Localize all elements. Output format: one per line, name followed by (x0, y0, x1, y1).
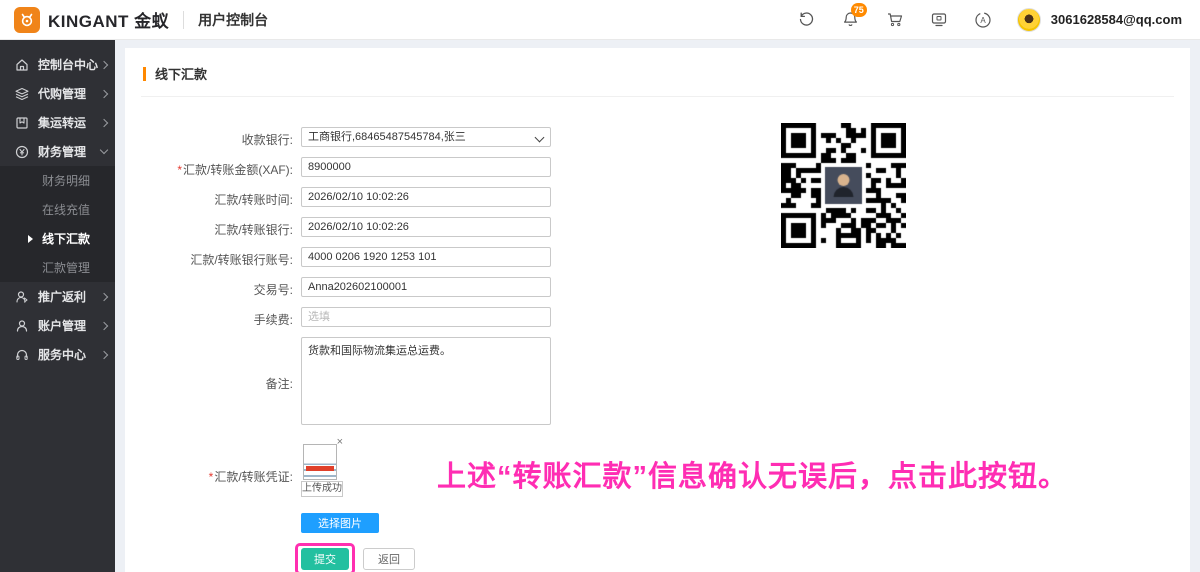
submenu-item-label: 在线充值 (42, 203, 91, 217)
header-divider (183, 10, 185, 29)
sidebar-item-account-mgmt[interactable]: 账户管理 (0, 311, 115, 340)
headset-icon (15, 347, 30, 362)
choose-image-button[interactable]: 选择图片 (301, 513, 379, 533)
history-icon[interactable] (797, 10, 817, 30)
transfer-bank-label: 汇款/转账银行: (214, 223, 293, 237)
offline-remittance-card: 线下汇款 收款银行: 工商银行,68465487545784,张三 *汇款/转账… (125, 48, 1190, 572)
bank-account-input[interactable] (301, 247, 551, 267)
upload-status-text: 上传成功 (301, 481, 343, 497)
submit-button[interactable]: 提交 (301, 548, 349, 570)
back-button[interactable]: 返回 (363, 548, 415, 570)
sidebar-item-purchase-mgmt[interactable]: 代购管理 (0, 79, 115, 108)
ant-icon (21, 13, 33, 26)
sidebar-item-label: 推广返利 (38, 290, 87, 304)
page-title-bar: 线下汇款 (141, 48, 1174, 97)
finance-coin-icon (15, 144, 30, 159)
remark-label: 备注: (265, 377, 293, 391)
sidebar-item-consolidation[interactable]: 集运转运 (0, 108, 115, 137)
chevron-right-icon (99, 118, 109, 127)
upload-preview: 上传成功 (301, 444, 343, 497)
home-icon (15, 57, 30, 72)
logo-text: KINGANT 金蚁 (48, 12, 170, 31)
amount-label: *汇款/转账金额(XAF): (177, 163, 293, 177)
cart-icon[interactable] (885, 10, 905, 30)
language-circle-icon[interactable]: A (973, 10, 993, 30)
voucher-label: *汇款/转账凭证: (208, 470, 293, 484)
required-mark: * (177, 163, 182, 177)
submenu-item-finance-details[interactable]: 财务明细 (0, 166, 115, 195)
person-icon (15, 318, 30, 333)
chevron-right-icon (99, 321, 109, 330)
required-mark: * (208, 470, 214, 484)
sidebar-item-finance-mgmt[interactable]: 财务管理 (0, 137, 115, 166)
sidebar-item-label: 财务管理 (38, 145, 87, 159)
submenu-item-remittance-mgmt[interactable]: 汇款管理 (0, 253, 115, 282)
svg-text:A: A (980, 16, 986, 25)
bank-account-label: 汇款/转账银行账号: (190, 253, 293, 267)
kingant-logo-icon (14, 6, 40, 33)
transfer-time-label: 汇款/转账时间: (214, 193, 293, 207)
finance-submenu: 财务明细 在线充值 线下汇款 汇款管理 (0, 166, 115, 282)
trade-no-input[interactable] (301, 277, 551, 297)
sidebar-item-label: 服务中心 (38, 348, 87, 362)
amount-input[interactable] (301, 157, 551, 177)
remittance-form: 收款银行: 工商银行,68465487545784,张三 *汇款/转账金额(XA… (141, 97, 1174, 572)
sidebar-item-label: 控制台中心 (38, 58, 99, 72)
sidebar-nav: 控制台中心 代购管理 集运转运 财务管理 财务明细 在线充值 线下汇款 汇款管理… (0, 40, 115, 572)
remark-textarea[interactable]: 货款和国际物流集运总运费。 (301, 337, 551, 425)
sidebar-item-console-center[interactable]: 控制台中心 (0, 50, 115, 79)
remove-upload-icon[interactable] (337, 437, 343, 448)
app-title: 用户控制台 (198, 11, 269, 28)
submenu-item-label: 汇款管理 (42, 261, 91, 275)
fee-label: 手续费: (253, 313, 293, 327)
uploaded-receipt-thumbnail[interactable] (303, 444, 337, 480)
sidebar-item-promo-rebate[interactable]: 推广返利 (0, 282, 115, 311)
chevron-right-icon (99, 350, 109, 359)
monitor-icon[interactable] (929, 10, 949, 30)
page-title: 线下汇款 (155, 67, 208, 82)
sidebar-item-label: 账户管理 (38, 319, 87, 333)
submenu-item-label: 线下汇款 (42, 232, 91, 246)
submenu-item-online-recharge[interactable]: 在线充值 (0, 195, 115, 224)
submenu-item-offline-remittance[interactable]: 线下汇款 (0, 224, 115, 253)
trade-no-label: 交易号: (253, 283, 293, 297)
chevron-down-icon (99, 145, 109, 155)
user-avatar[interactable] (1016, 7, 1041, 32)
instruction-annotation: 上述“转账汇款”信息确认无误后，点击此按钮。 (437, 461, 1069, 493)
main-content: 线下汇款 收款银行: 工商银行,68465487545784,张三 *汇款/转账… (115, 40, 1200, 572)
person-icon (15, 289, 30, 304)
notification-bell-icon[interactable]: 75 (841, 2, 867, 30)
user-menu[interactable] (1016, 7, 1041, 32)
chevron-right-icon (99, 60, 109, 69)
fee-input[interactable] (301, 307, 551, 327)
top-header: KINGANT 金蚁 用户控制台 75 A 3061628584@qq.com (0, 0, 1200, 40)
sidebar-item-label: 代购管理 (38, 87, 87, 101)
sidebar-item-service-center[interactable]: 服务中心 (0, 340, 115, 369)
title-accent-bar (143, 66, 146, 81)
receiving-bank-select-wrap: 工商银行,68465487545784,张三 (301, 127, 551, 147)
layers-icon (15, 86, 30, 101)
transfer-bank-input[interactable] (301, 217, 551, 237)
transfer-time-input[interactable] (301, 187, 551, 207)
user-email[interactable]: 3061628584@qq.com (1051, 12, 1182, 27)
package-icon (15, 115, 30, 130)
qr-code (781, 123, 906, 248)
submit-highlight-box: 提交 (295, 543, 355, 572)
receiving-bank-select[interactable]: 工商银行,68465487545784,张三 (301, 127, 551, 147)
chevron-right-icon (99, 292, 109, 301)
submenu-item-label: 财务明细 (42, 174, 91, 188)
chevron-right-icon (99, 89, 109, 98)
receiving-bank-label: 收款银行: (241, 133, 293, 147)
sidebar-item-label: 集运转运 (38, 116, 87, 130)
notification-badge: 75 (850, 2, 867, 17)
